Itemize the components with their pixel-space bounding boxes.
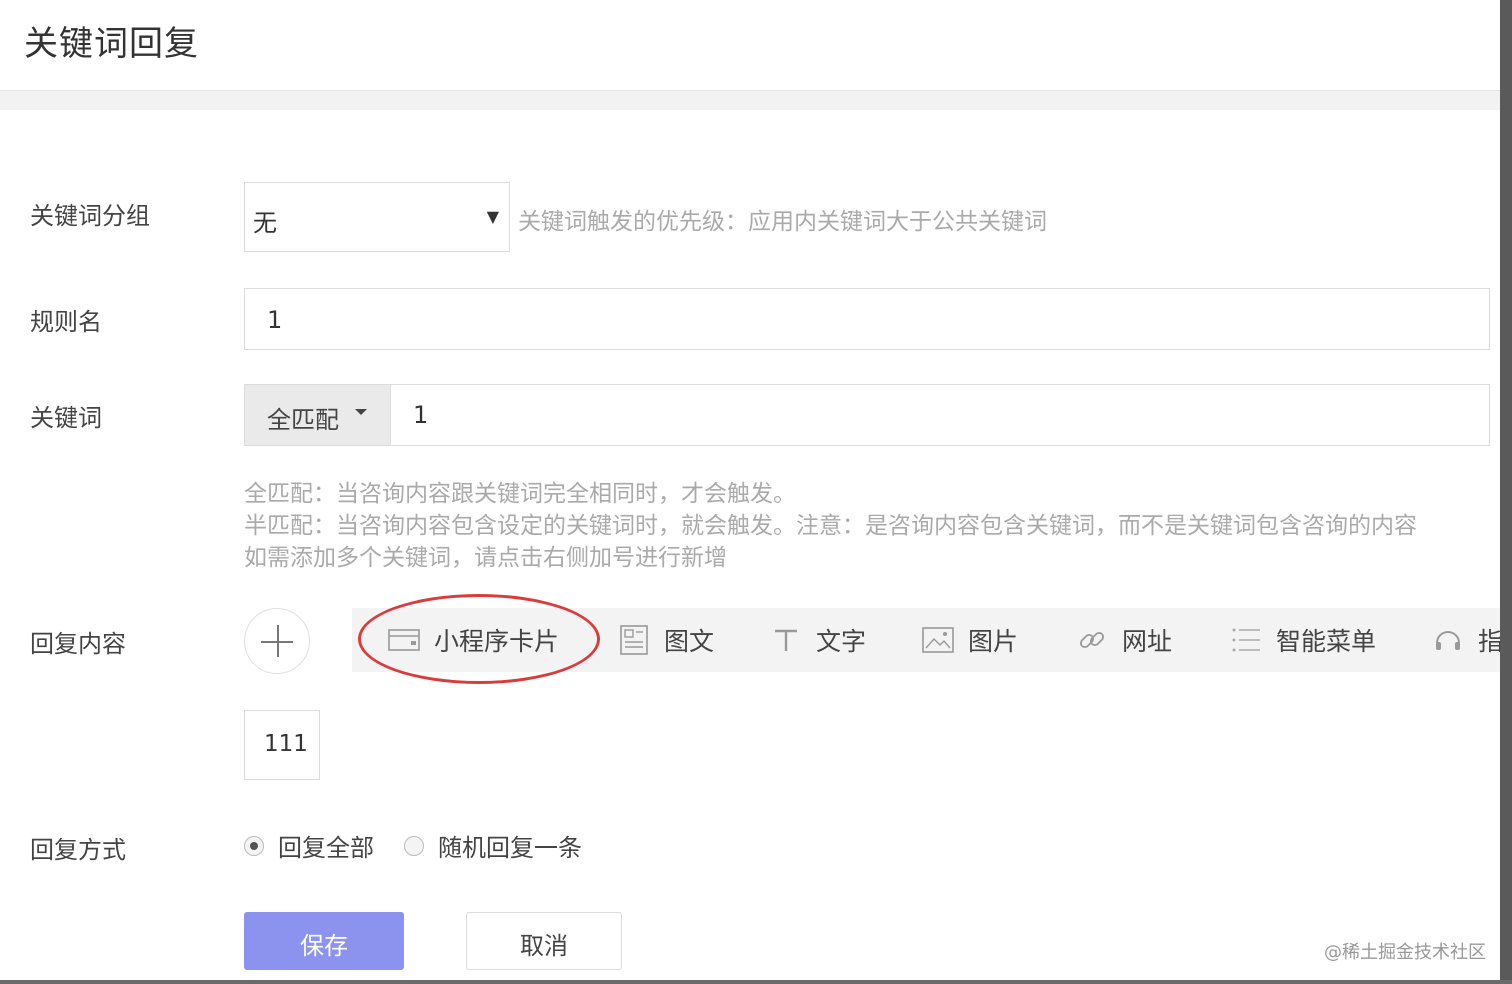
reply-type-smart-menu[interactable]: 智能菜单 <box>1230 608 1376 672</box>
reply-type-agent[interactable]: 指 <box>1432 608 1500 672</box>
image-icon <box>922 624 954 656</box>
help-line-full-match: 全匹配：当咨询内容跟关键词完全相同时，才会触发。 <box>244 481 796 507</box>
window-edge <box>1500 0 1512 984</box>
reply-type-url[interactable]: 网址 <box>1076 608 1172 672</box>
keyword-label: 关键词 <box>30 404 102 432</box>
match-mode-label: 全匹配 <box>267 406 339 434</box>
radio-reply-random-label[interactable]: 随机回复一条 <box>438 828 582 863</box>
match-mode-dropdown[interactable]: 全匹配 <box>245 385 391 445</box>
link-icon <box>1076 624 1108 656</box>
article-icon <box>618 624 650 656</box>
keyword-input[interactable]: 1 <box>413 401 428 429</box>
reply-type-article[interactable]: 图文 <box>618 608 714 672</box>
highlight-circle-annotation <box>358 594 600 684</box>
keyword-group-value: 无 <box>253 209 277 237</box>
rule-name-value: 1 <box>267 306 283 334</box>
reply-type-image[interactable]: 图片 <box>922 608 1018 672</box>
radio-reply-all-label[interactable]: 回复全部 <box>278 828 374 863</box>
rule-name-input[interactable]: 1 <box>244 288 1490 350</box>
reply-content-label: 回复内容 <box>30 630 126 658</box>
reply-content-item[interactable]: 111 <box>244 710 320 780</box>
priority-hint: 关键词触发的优先级：应用内关键词大于公共关键词 <box>518 209 1047 235</box>
watermark: @稀土掘金技术社区 <box>1324 942 1486 963</box>
rule-name-label: 规则名 <box>30 308 102 336</box>
text-icon <box>770 624 802 656</box>
caret-down-icon <box>355 409 367 415</box>
menu-list-icon <box>1230 624 1262 656</box>
help-line-add-more: 如需添加多个关键词，请点击右侧加号进行新增 <box>244 545 727 571</box>
save-button[interactable]: 保存 <box>244 912 404 970</box>
headset-icon <box>1432 624 1464 656</box>
keyword-group-select[interactable]: 无 ▼ <box>244 182 510 252</box>
radio-reply-all[interactable] <box>244 836 264 856</box>
reply-mode-label: 回复方式 <box>30 836 126 864</box>
window-edge-bottom <box>0 980 1512 984</box>
page-title: 关键词回复 <box>24 24 199 64</box>
reply-type-text[interactable]: 文字 <box>770 608 866 672</box>
keyword-input-group: 全匹配 1 <box>244 384 1490 446</box>
page-header: 关键词回复 <box>0 0 1500 90</box>
cancel-button[interactable]: 取消 <box>466 912 622 970</box>
help-line-partial-match: 半匹配：当咨询内容包含设定的关键词时，就会触发。注意：是咨询内容包含关键词，而不… <box>244 513 1417 539</box>
dropdown-arrow-icon: ▼ <box>486 207 499 226</box>
keyword-group-label: 关键词分组 <box>30 202 150 230</box>
add-reply-button[interactable] <box>244 608 310 674</box>
header-divider <box>0 90 1500 110</box>
reply-content-text: 111 <box>264 731 308 757</box>
radio-reply-random[interactable] <box>404 836 424 856</box>
keyword-help: 全匹配：当咨询内容跟关键词完全相同时，才会触发。 半匹配：当咨询内容包含设定的关… <box>244 478 1500 574</box>
